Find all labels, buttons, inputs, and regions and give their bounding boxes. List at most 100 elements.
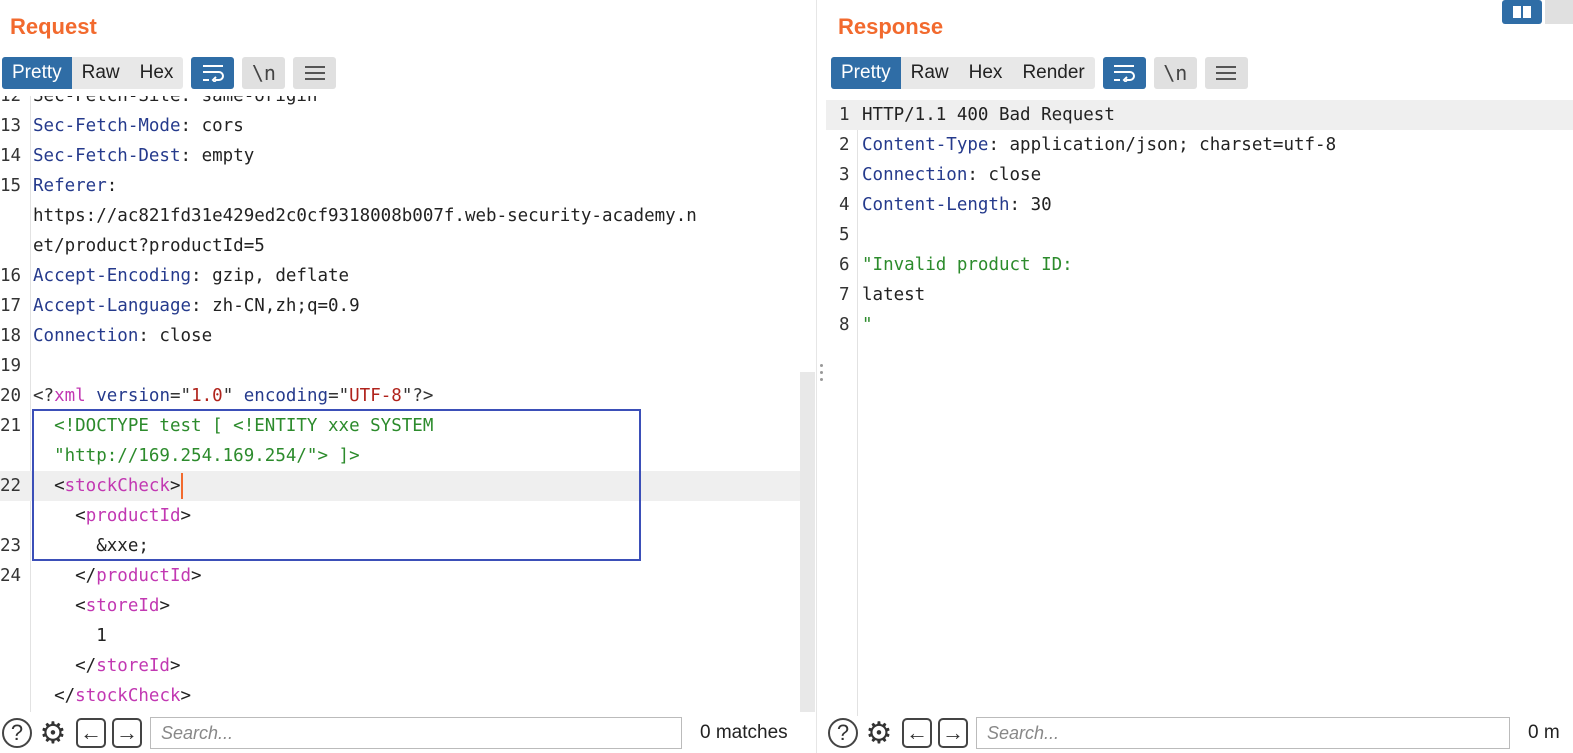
menu-icon[interactable] [293,57,337,89]
code-line: <productId> [0,501,800,531]
line-number: 15 [0,176,22,196]
xml-bracket: </ [33,686,76,706]
split-view-icon[interactable] [1502,0,1542,24]
header-name: Accept-Language [33,296,192,316]
line-text: </productId> [33,561,202,591]
code-line: 23 &xxe; [0,531,800,561]
xml-bracket: > [169,656,181,676]
line-text: Connection: close [862,160,1041,190]
tab-raw[interactable]: Raw [901,57,959,89]
xml-bracket: " [222,386,244,406]
request-search-input[interactable] [150,717,682,749]
request-editor[interactable]: 12 Sec-Fetch-Site: same-origin 13 Sec-Fetch… [0,96,800,712]
line-text: <productId> [33,501,191,531]
line-number: 24 [0,566,22,586]
help-icon[interactable]: ? [828,718,858,748]
line-text: Referer: [33,171,128,201]
xml-tag: xml [54,386,86,406]
divider-grip[interactable] [820,364,824,385]
code-line: 19 [0,351,800,381]
code-text: 1 [33,626,107,646]
wrap-lines-icon[interactable] [191,57,235,89]
line-text: "Invalid product ID: [862,250,1073,280]
line-number: 22 [0,476,22,496]
code-line: 17 Accept-Language: zh-CN,zh;q=0.9 [0,291,800,321]
help-icon[interactable]: ? [2,718,32,748]
code-line: 2 Content-Type: application/json; charset… [826,130,1573,160]
xml-tag: productId [96,566,192,586]
xml-attr-name: encoding [243,386,329,406]
header-name: Content-Length [862,195,1010,215]
xml-bracket: </ [33,566,97,586]
response-pane: Response Pretty Raw Hex Render \n 1 HTTP/… [826,0,1573,753]
gear-icon[interactable]: ⚙ [36,717,70,750]
response-view-tabs: Pretty Raw Hex Render [831,57,1095,89]
response-match-count: 0 m [1528,722,1560,743]
request-lines: 12 Sec-Fetch-Site: same-origin 13 Sec-Fetch… [0,96,800,711]
line-number: 5 [839,225,850,245]
tab-render[interactable]: Render [1012,57,1094,89]
code-line: 13 Sec-Fetch-Mode: cors [0,111,800,141]
line-number: 23 [0,536,22,556]
xml-attr-value: 1.0 [191,386,223,406]
code-line: 1 [0,621,800,651]
header-value: : [106,176,128,196]
line-text: HTTP/1.1 400 Bad Request [862,100,1115,130]
header-value: : 30 [1009,195,1052,215]
line-number: 19 [0,356,22,376]
request-search-bar: ? ⚙ ← → 0 matches [0,713,816,753]
xml-bracket: =" [328,386,350,406]
line-number: 1 [839,105,850,125]
request-toolbar: Pretty Raw Hex \n [2,57,337,89]
code-text: et/product?productId=5 [33,236,265,256]
string-literal: " [862,315,873,335]
wrap-lines-icon[interactable] [1102,57,1146,89]
response-editor[interactable]: 1 HTTP/1.1 400 Bad Request 2 Content-Type: … [826,100,1573,716]
code-line: 3 Connection: close [826,160,1573,190]
header-name: Connection [862,165,968,185]
back-arrow-icon[interactable]: ← [76,718,106,748]
tab-hex[interactable]: Hex [959,57,1013,89]
back-arrow-icon[interactable]: ← [902,718,932,748]
code-line: 1 HTTP/1.1 400 Bad Request [826,100,1573,130]
response-search-input[interactable] [976,717,1510,749]
tab-raw[interactable]: Raw [72,57,130,89]
xml-bracket: < [33,476,65,496]
header-value: : application/json; charset=utf-8 [988,135,1337,155]
header-name: Content-Type [862,135,989,155]
line-number: 3 [839,165,850,185]
forward-arrow-icon[interactable]: → [938,718,968,748]
code-line: </stockCheck> [0,681,800,711]
newline-toggle-icon[interactable]: \n [1153,57,1197,89]
xml-bracket: > [180,686,192,706]
line-number: 17 [0,296,22,316]
line-number: 20 [0,386,22,406]
header-name: Referer [33,176,107,196]
header-name: Connection [33,326,139,346]
newline-toggle-icon[interactable]: \n [242,57,286,89]
code-line: 6 "Invalid product ID: [826,250,1573,280]
tab-pretty[interactable]: Pretty [2,57,72,89]
xml-bracket: > [191,566,202,586]
line-text: https://ac821fd31e429ed2c0cf9318008b007f… [33,201,697,231]
header-name: Sec-Fetch-Dest [33,146,181,166]
code-line: 22 <stockCheck> [0,471,800,501]
line-text: <storeId> [33,591,170,621]
gear-icon[interactable]: ⚙ [862,717,896,750]
code-text: https://ac821fd31e429ed2c0cf9318008b007f… [33,206,697,226]
line-text: et/product?productId=5 [33,231,265,261]
forward-arrow-icon[interactable]: → [112,718,142,748]
request-view-tabs: Pretty Raw Hex [2,57,184,89]
menu-icon[interactable] [1204,57,1248,89]
stacked-view-icon[interactable] [1545,0,1573,24]
request-match-count: 0 matches [700,722,788,743]
xml-bracket: < [33,506,86,526]
line-text: " [862,310,873,340]
tab-hex[interactable]: Hex [130,57,184,89]
code-line: 18 Connection: close [0,321,800,351]
line-text: Sec-Fetch-Site: same-origin [33,96,317,111]
code-text: "http://169.254.169.254/"> ]> [33,446,360,466]
request-scrollbar[interactable] [800,372,815,712]
tab-pretty[interactable]: Pretty [831,57,901,89]
